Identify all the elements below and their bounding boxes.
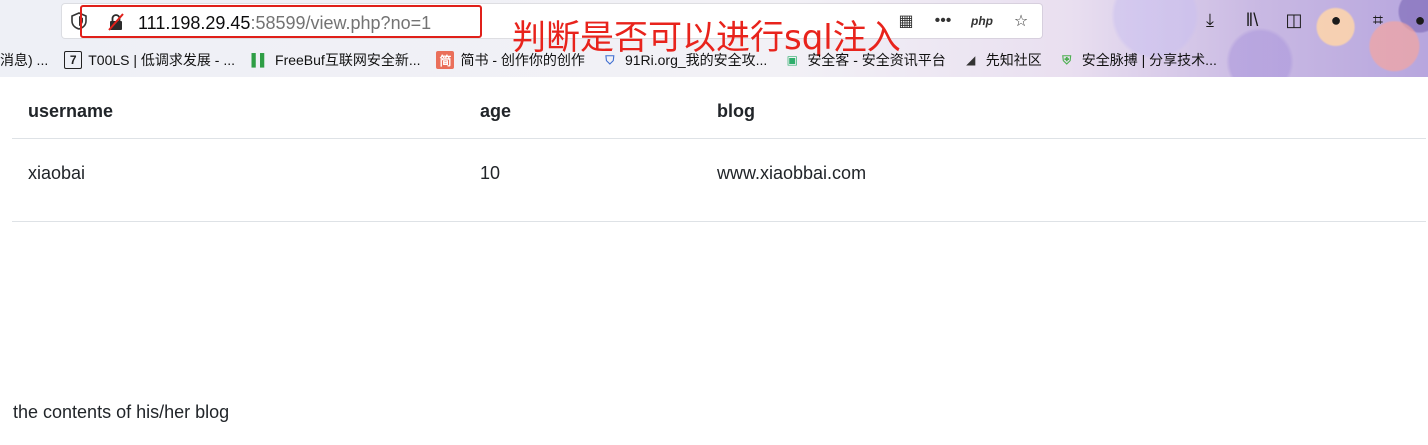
blog-contents-text: the contents of his/her blog — [13, 402, 230, 422]
url-actions: ▦ ••• php ☆ — [895, 8, 1032, 34]
bookmark-label: T00LS | 低调求发展 - ... — [88, 52, 236, 68]
bookmark-item[interactable]: 7 T00LS | 低调求发展 - ... — [64, 50, 235, 70]
freebuf-icon: ▌▌ — [251, 53, 269, 67]
qr-code-icon[interactable]: ▦ — [895, 10, 917, 32]
library-icon[interactable]: ‖\ — [1240, 8, 1264, 32]
shield-icon: ⛉ — [605, 52, 615, 67]
anquanke-icon: ▣ — [786, 53, 798, 67]
account-icon[interactable]: ● — [1324, 8, 1348, 32]
bookmark-item[interactable]: 简 简书 - 创作你的创作 — [436, 50, 585, 70]
bookmark-label: 安全客 - 安全资讯平台 — [807, 52, 946, 68]
bookmark-item[interactable]: ⛨ 安全脉搏 | 分享技术... — [1058, 50, 1217, 70]
php-icon[interactable]: php — [969, 10, 995, 32]
chat-icon[interactable]: ● — [1408, 8, 1428, 32]
url-host: 111.198.29.45 — [138, 13, 251, 33]
bookmark-item[interactable]: ◢ 先知社区 — [962, 50, 1042, 70]
column-header-blog: blog — [717, 101, 755, 121]
xianzhi-icon: ◢ — [966, 53, 976, 67]
secpulse-icon: ⛨ — [1062, 52, 1072, 67]
download-icon[interactable]: ⤓ — [1198, 8, 1222, 32]
cell-age: 10 — [480, 163, 501, 183]
bookmark-star-icon[interactable]: ☆ — [1010, 10, 1032, 32]
bookmark-label: 简书 - 创作你的创作 — [460, 52, 585, 68]
bookmark-item[interactable]: ⛉ 91Ri.org_我的安全攻... — [601, 50, 767, 70]
bookmark-item[interactable]: 消息) ... — [0, 50, 48, 70]
bookmark-label: 91Ri.org_我的安全攻... — [624, 52, 768, 68]
bookmark-label: 安全脉搏 | 分享技术... — [1081, 52, 1217, 68]
user-table: username age blog xiaobai 10 www.xiaobba… — [12, 85, 1426, 222]
bookmark-label: FreeBuf互联网安全新... — [275, 52, 421, 68]
bookmarks-toolbar: 消息) ... 7 T00LS | 低调求发展 - ... ▌▌ FreeBuf… — [0, 46, 1428, 74]
insecure-connection-icon[interactable] — [107, 13, 125, 31]
column-header-username: username — [28, 101, 114, 121]
sidebar-icon[interactable]: ◫ — [1282, 8, 1306, 32]
crop-icon[interactable]: ⌗ — [1366, 8, 1390, 32]
browser-toolbar: ⤓ ‖\ ◫ ● ⌗ ● — [1198, 8, 1428, 32]
url-path: :58599/view.php?no=1 — [250, 13, 432, 33]
cell-username: xiaobai — [28, 163, 86, 183]
table-row: xiaobai 10 www.xiaobbai.com — [12, 139, 1426, 222]
bookmark-label: 消息) ... — [0, 52, 49, 68]
bookmark-item[interactable]: ▌▌ FreeBuf互联网安全新... — [251, 50, 421, 70]
more-icon[interactable]: ••• — [932, 10, 954, 32]
cell-blog: www.xiaobbai.com — [717, 163, 867, 183]
bookmark-label: 先知社区 — [985, 52, 1042, 68]
browser-chrome: 111.198.29.45:58599/view.php?no=1 判断是否可以… — [0, 0, 1428, 77]
url-text[interactable]: 111.198.29.45:58599/view.php?no=1 — [138, 13, 431, 33]
table-header-row: username age blog — [12, 85, 1426, 139]
jianshu-icon: 简 — [436, 51, 455, 69]
bookmark-item[interactable]: ▣ 安全客 - 安全资讯平台 — [783, 50, 946, 70]
t00ls-icon: 7 — [64, 51, 83, 69]
url-highlight-box: 111.198.29.45:58599/view.php?no=1 — [80, 5, 482, 38]
column-header-age: age — [480, 101, 512, 121]
